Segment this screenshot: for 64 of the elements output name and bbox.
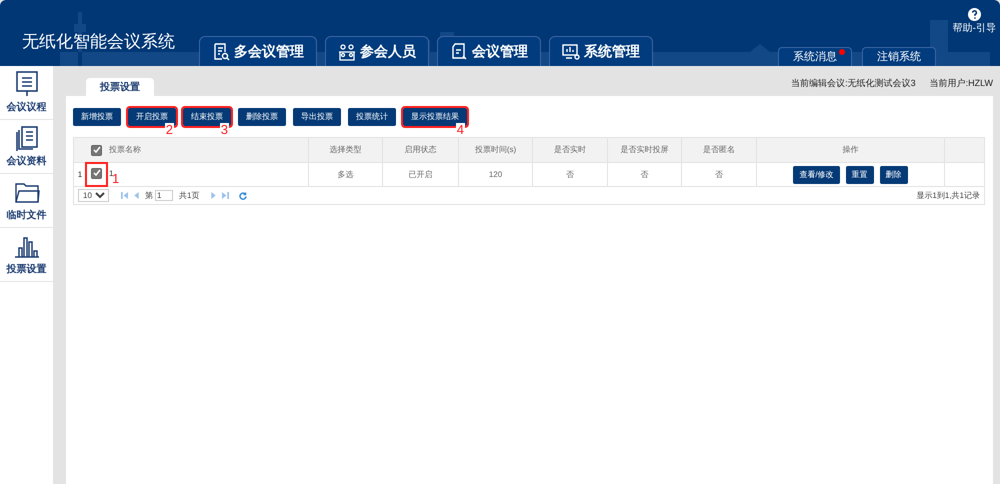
toolbar-button[interactable]: 新增投票 — [73, 108, 121, 126]
last-page-icon[interactable] — [222, 192, 230, 199]
table-cell: 120 — [488, 168, 502, 180]
first-page-icon[interactable] — [121, 192, 128, 199]
nav-tab[interactable]: 参会人员 — [325, 36, 429, 66]
row-number: 1 — [76, 168, 84, 180]
next-page-icon[interactable] — [211, 192, 216, 199]
table-cell: 多选 — [338, 168, 354, 180]
column-header: 选择类型 — [309, 138, 383, 162]
table-cell: 否 — [715, 168, 723, 180]
header-button[interactable]: 注销系统 — [862, 47, 936, 66]
info-text: 当前编辑会议:无纸化测试会议3 — [791, 76, 916, 90]
sidebar-item[interactable]: 临时文件 — [0, 174, 53, 228]
column-header: 是否实时 — [533, 138, 608, 162]
info-text: 当前用户:HZLW — [930, 76, 993, 90]
section-tab[interactable]: 投票设置 — [86, 78, 154, 96]
sidebar-item[interactable]: 会议议程 — [0, 66, 53, 120]
document-icon — [450, 42, 468, 60]
column-header: 投票名称 — [107, 138, 309, 162]
row-checkbox[interactable] — [91, 168, 102, 179]
select-all-checkbox[interactable] — [91, 144, 102, 156]
callout-number: 4 — [456, 123, 465, 137]
row-action-button[interactable]: 重置 — [846, 166, 874, 184]
table-cell-text: 1 — [109, 168, 114, 178]
column-header: 是否实时投屏 — [608, 138, 682, 162]
column-header: 启用状态 — [383, 138, 459, 162]
column-header: 操作 — [757, 138, 945, 162]
monitor-gear-icon — [562, 42, 580, 60]
nav-tab[interactable]: 会议管理 — [437, 36, 541, 66]
toolbar-button[interactable]: 结束投票 — [183, 108, 231, 126]
previous-page-icon[interactable] — [134, 192, 139, 199]
callout-number: 1 — [112, 172, 120, 186]
help-icon — [968, 8, 981, 21]
system-title: 无纸化智能会议系统 — [22, 30, 175, 52]
column-header: 是否匿名 — [682, 138, 757, 162]
table-cell: 否 — [566, 168, 574, 180]
help-button[interactable]: 帮助-引导 — [952, 8, 996, 36]
toolbar-button[interactable]: 投票统计 — [348, 108, 396, 126]
row-action-button[interactable]: 查看/修改 — [793, 166, 840, 184]
callout-number: 3 — [220, 123, 229, 137]
total-pages: 共1页 — [179, 190, 200, 202]
record-summary: 显示1到1,共1记录 — [916, 190, 980, 202]
document-search-icon — [212, 42, 230, 60]
nav-tab[interactable]: 多会议管理 — [199, 36, 317, 66]
toolbar-button[interactable]: 删除投票 — [238, 108, 286, 126]
sidebar-item[interactable]: 会议资料 — [0, 120, 53, 174]
sidebar-item[interactable]: 投票设置 — [0, 228, 53, 282]
documents-icon — [14, 124, 40, 150]
page-size-select[interactable]: 10 — [78, 189, 109, 202]
toolbar-button[interactable]: 开启投票 — [128, 108, 176, 126]
toolbar-button[interactable]: 导出投票 — [293, 108, 341, 126]
nav-tab[interactable]: 系统管理 — [549, 36, 653, 66]
row-action-button[interactable]: 删除 — [880, 166, 908, 184]
page-input[interactable]: 1 — [155, 190, 173, 201]
callout-number: 2 — [164, 123, 174, 137]
toolbar-button[interactable]: 显示投票结果 — [403, 108, 467, 126]
table-cell: 否 — [640, 168, 648, 180]
column-header: 投票时间(s) — [459, 138, 533, 162]
header-button[interactable]: 系统消息 — [778, 47, 852, 66]
people-icon — [338, 42, 356, 60]
refresh-icon[interactable] — [239, 192, 248, 200]
table-cell: 已开启 — [408, 168, 432, 180]
page-label: 第 — [145, 190, 153, 202]
agenda-board-icon — [14, 70, 40, 96]
